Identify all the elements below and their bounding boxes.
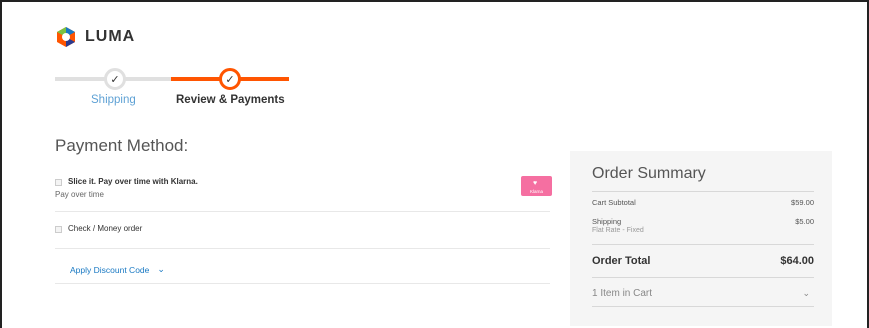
payment-option-klarna[interactable]: Slice it. Pay over time with Klarna. Pay… — [55, 174, 552, 212]
klarna-badge: ♥ Klarna — [521, 176, 552, 196]
order-total-row: Order Total $64.00 — [592, 255, 814, 267]
shipping-value: $5.00 — [795, 217, 814, 226]
chevron-down-icon[interactable]: ⌄ — [802, 288, 810, 299]
order-total-value: $64.00 — [780, 255, 814, 267]
apply-discount-toggle[interactable]: Apply Discount Code ⌄ — [70, 264, 165, 275]
shipping-row: Shipping $5.00 — [592, 217, 814, 226]
divider — [55, 283, 550, 284]
check-money-label[interactable]: Check / Money order — [68, 224, 142, 233]
step-shipping-link[interactable]: Shipping — [91, 94, 136, 106]
shipping-label: Shipping — [592, 217, 622, 226]
shipping-method: Flat Rate - Fixed — [592, 227, 644, 234]
cart-subtotal-row: Cart Subtotal $59.00 — [592, 198, 814, 207]
check-money-radio[interactable] — [55, 226, 62, 233]
step-shipping-check-icon: ✓ — [104, 68, 126, 90]
klarna-logo-icon: ♥ — [533, 180, 538, 187]
step-review-check-icon: ✓ — [219, 68, 241, 90]
divider — [592, 244, 814, 245]
order-total-label: Order Total — [592, 255, 651, 267]
order-summary: Order Summary Cart Subtotal $59.00 Shipp… — [570, 151, 832, 326]
klarna-label[interactable]: Slice it. Pay over time with Klarna. — [68, 177, 198, 186]
chevron-down-icon[interactable]: ⌄ — [157, 264, 165, 275]
payment-option-check[interactable]: Check / Money order — [55, 221, 550, 249]
klarna-radio[interactable] — [55, 179, 62, 186]
brand-name: LUMA — [85, 28, 136, 45]
cart-subtotal-label: Cart Subtotal — [592, 198, 636, 207]
divider — [592, 191, 814, 192]
payment-method-title: Payment Method: — [55, 136, 189, 155]
items-in-cart-toggle[interactable]: 1 Item in Cart ⌄ — [592, 288, 814, 299]
checkout-progress: ✓ ✓ Shipping Review & Payments — [55, 68, 295, 110]
items-in-cart-label[interactable]: 1 Item in Cart — [592, 288, 652, 299]
apply-discount-label[interactable]: Apply Discount Code — [70, 265, 149, 275]
luma-logo[interactable]: LUMA — [55, 26, 135, 48]
klarna-sublabel: Pay over time — [55, 190, 104, 199]
divider — [592, 277, 814, 278]
order-summary-title: Order Summary — [592, 165, 706, 182]
luma-logo-icon — [55, 26, 77, 48]
divider — [592, 306, 814, 307]
step-review-label: Review & Payments — [176, 94, 285, 106]
cart-subtotal-value: $59.00 — [791, 198, 814, 207]
klarna-badge-text: Klarna — [529, 189, 543, 194]
